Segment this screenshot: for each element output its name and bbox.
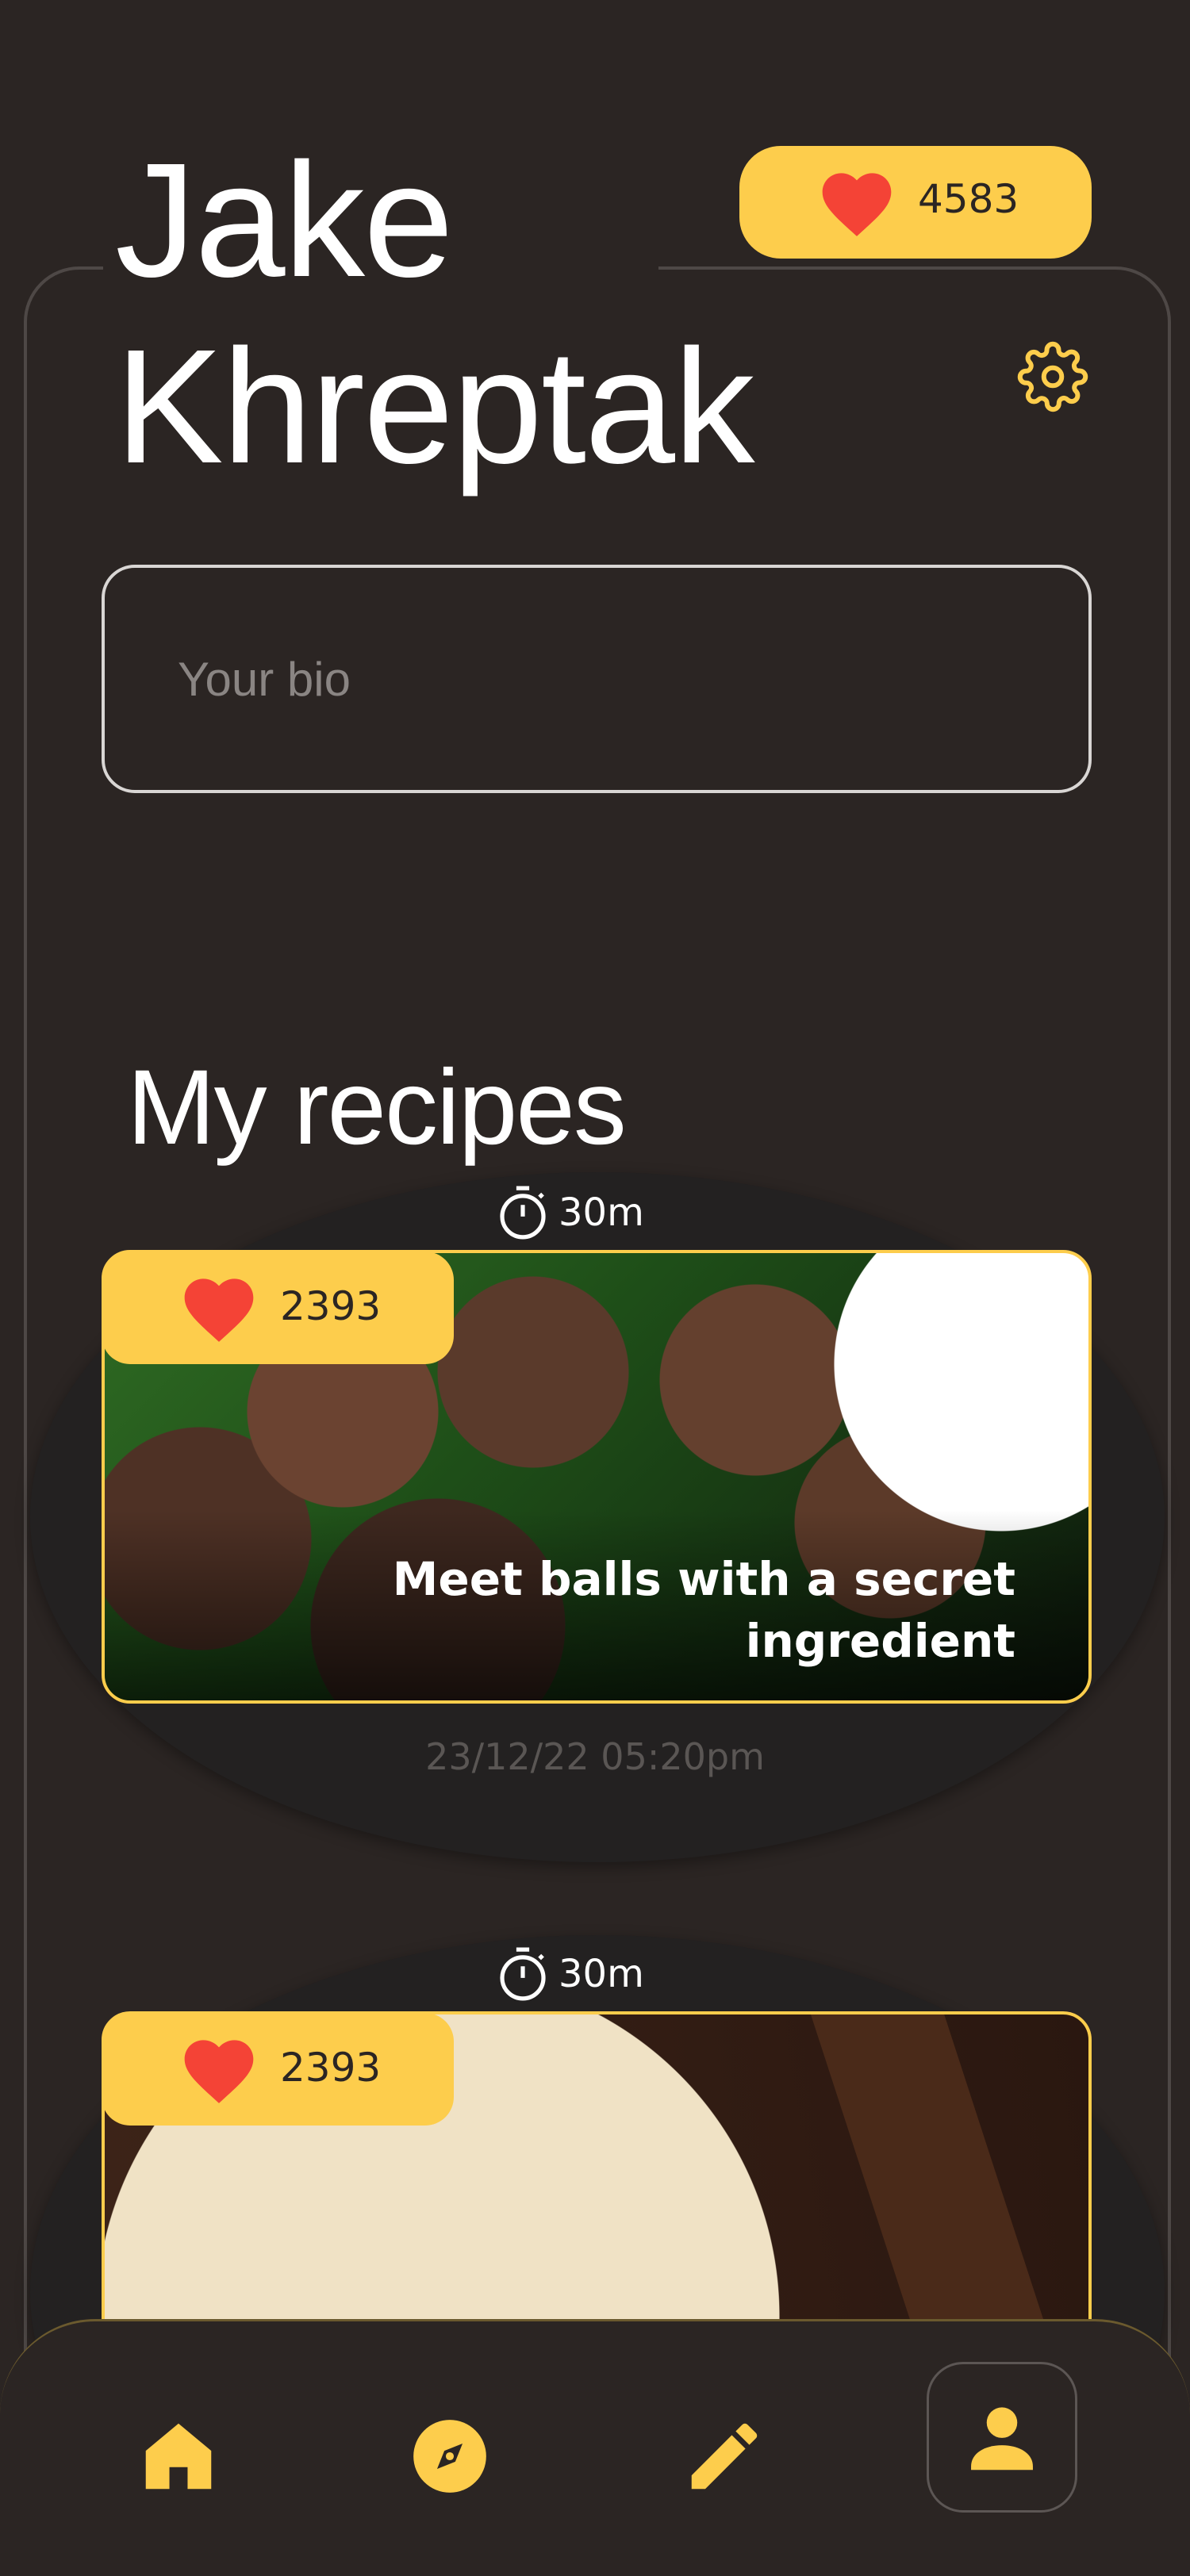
bio-input[interactable] xyxy=(105,568,1088,790)
home-icon xyxy=(145,2423,212,2490)
profile-name: Jake Khreptak xyxy=(115,127,755,500)
nav-explore[interactable] xyxy=(406,2413,493,2500)
recipe-time-label: 30m xyxy=(559,1952,644,1996)
profile-first-name: Jake xyxy=(115,129,454,311)
recipe-time: 30m xyxy=(492,1182,644,1244)
settings-gear-icon[interactable] xyxy=(1017,341,1088,412)
nav-edit[interactable] xyxy=(681,2413,768,2500)
total-likes-count: 4583 xyxy=(918,176,1019,222)
nav-home[interactable] xyxy=(135,2413,222,2500)
pencil-icon xyxy=(691,2423,758,2490)
recipe-likes-badge: 2393 xyxy=(102,2013,454,2126)
profile-icon xyxy=(971,2407,1033,2471)
total-likes-badge: 4583 xyxy=(739,146,1092,259)
compass-icon xyxy=(413,2420,486,2493)
recipe-title: Meet balls with a secret ingredient xyxy=(333,1548,1015,1672)
recipe-title-line: ingredient xyxy=(745,1614,1015,1668)
heart-icon xyxy=(184,2040,254,2103)
my-recipes-heading: My recipes xyxy=(127,1048,627,1167)
recipe-likes-count: 2393 xyxy=(280,1283,382,1329)
stopwatch-icon xyxy=(500,1947,546,2001)
recipe-time: 30m xyxy=(492,1943,644,2005)
nav-profile[interactable] xyxy=(958,2394,1046,2481)
recipe-likes-count: 2393 xyxy=(280,2045,382,2091)
stopwatch-icon xyxy=(500,1186,546,1240)
recipe-title-line: Meet balls with a secret xyxy=(392,1552,1015,1606)
bio-field[interactable] xyxy=(102,565,1092,793)
recipe-date: 23/12/22 05:20pm xyxy=(425,1735,765,1778)
recipe-likes-badge: 2393 xyxy=(102,1252,454,1364)
profile-last-name: Khreptak xyxy=(115,316,755,497)
heart-icon xyxy=(184,1278,254,1342)
recipe-time-label: 30m xyxy=(559,1190,644,1235)
heart-icon xyxy=(822,173,892,236)
